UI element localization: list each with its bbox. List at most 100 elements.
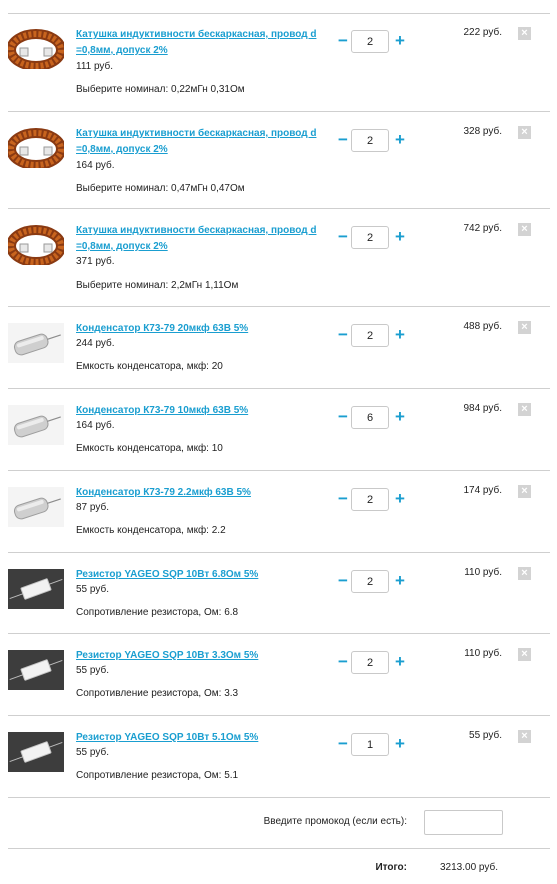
decrease-qty-button[interactable]: − bbox=[335, 570, 351, 594]
quantity-stepper: − + bbox=[335, 733, 410, 757]
product-title-link[interactable]: Катушка индуктивности бескаркасная, пров… bbox=[76, 223, 321, 255]
product-option: Емкость конденсатора, мкф: 10 bbox=[76, 443, 223, 454]
unit-price: 55 руб. bbox=[76, 665, 109, 676]
remove-item-icon[interactable]: × bbox=[518, 321, 531, 334]
decrease-qty-button[interactable]: − bbox=[335, 226, 351, 250]
cart-row: Конденсатор К73-79 2.2мкф 63В 5% 87 руб.… bbox=[8, 471, 550, 553]
line-total: 488 руб. bbox=[463, 321, 502, 332]
quantity-stepper: − + bbox=[335, 651, 410, 675]
product-title-link[interactable]: Катушка индуктивности бескаркасная, пров… bbox=[76, 27, 321, 59]
increase-qty-button[interactable]: + bbox=[392, 324, 408, 348]
promo-code-label: Введите промокод (если есть): bbox=[263, 816, 407, 827]
product-option: Емкость конденсатора, мкф: 20 bbox=[76, 361, 223, 372]
product-option: Выберите номинал: 2,2мГн 1,11Ом bbox=[76, 280, 239, 291]
remove-item-icon[interactable]: × bbox=[518, 223, 531, 236]
increase-qty-button[interactable]: + bbox=[392, 733, 408, 757]
unit-price: 164 руб. bbox=[76, 420, 115, 431]
promo-code-input[interactable] bbox=[424, 810, 503, 835]
cart-row: Конденсатор К73-79 10мкф 63В 5% 164 руб.… bbox=[8, 389, 550, 471]
increase-qty-button[interactable]: + bbox=[392, 226, 408, 250]
quantity-stepper: − + bbox=[335, 226, 410, 250]
inductor-coil-icon[interactable] bbox=[8, 29, 64, 69]
decrease-qty-button[interactable]: − bbox=[335, 129, 351, 153]
capacitor-icon[interactable] bbox=[8, 323, 64, 363]
line-total: 222 руб. bbox=[463, 27, 502, 38]
line-total: 174 руб. bbox=[463, 485, 502, 496]
product-title-link[interactable]: Катушка индуктивности бескаркасная, пров… bbox=[76, 126, 321, 158]
remove-item-icon[interactable]: × bbox=[518, 567, 531, 580]
remove-item-icon[interactable]: × bbox=[518, 126, 531, 139]
inductor-coil-icon[interactable] bbox=[8, 225, 64, 265]
capacitor-icon[interactable] bbox=[8, 405, 64, 445]
decrease-qty-button[interactable]: − bbox=[335, 30, 351, 54]
cart-row: Резистор YAGEO SQP 10Вт 3.3Ом 5% 55 руб.… bbox=[8, 634, 550, 716]
unit-price: 164 руб. bbox=[76, 160, 115, 171]
cart-row: Резистор YAGEO SQP 10Вт 6.8Ом 5% 55 руб.… bbox=[8, 553, 550, 634]
line-total: 110 руб. bbox=[464, 567, 502, 578]
decrease-qty-button[interactable]: − bbox=[335, 488, 351, 512]
product-title-link[interactable]: Конденсатор К73-79 20мкф 63В 5% bbox=[76, 321, 321, 337]
decrease-qty-button[interactable]: − bbox=[335, 324, 351, 348]
quantity-input[interactable] bbox=[351, 733, 389, 756]
quantity-stepper: − + bbox=[335, 129, 410, 153]
product-title-link[interactable]: Резистор YAGEO SQP 10Вт 5.1Ом 5% bbox=[76, 730, 321, 746]
product-option: Сопротивление резистора, Ом: 3.3 bbox=[76, 688, 239, 699]
increase-qty-button[interactable]: + bbox=[392, 570, 408, 594]
quantity-input[interactable] bbox=[351, 488, 389, 511]
product-title-link[interactable]: Резистор YAGEO SQP 10Вт 6.8Ом 5% bbox=[76, 567, 321, 583]
unit-price: 244 руб. bbox=[76, 338, 115, 349]
product-option: Выберите номинал: 0,22мГн 0,31Ом bbox=[76, 84, 245, 95]
decrease-qty-button[interactable]: − bbox=[335, 406, 351, 430]
line-total: 110 руб. bbox=[464, 648, 502, 659]
increase-qty-button[interactable]: + bbox=[392, 30, 408, 54]
product-option: Емкость конденсатора, мкф: 2.2 bbox=[76, 525, 226, 536]
increase-qty-button[interactable]: + bbox=[392, 406, 408, 430]
remove-item-icon[interactable]: × bbox=[518, 403, 531, 416]
quantity-input[interactable] bbox=[351, 129, 389, 152]
remove-item-icon[interactable]: × bbox=[518, 648, 531, 661]
increase-qty-button[interactable]: + bbox=[392, 129, 408, 153]
cart-row: Катушка индуктивности бескаркасная, пров… bbox=[8, 112, 550, 209]
quantity-input[interactable] bbox=[351, 30, 389, 53]
quantity-input[interactable] bbox=[351, 651, 389, 674]
product-option: Сопротивление резистора, Ом: 6.8 bbox=[76, 607, 239, 618]
capacitor-icon[interactable] bbox=[8, 487, 64, 527]
inductor-coil-icon[interactable] bbox=[8, 128, 64, 168]
product-title-link[interactable]: Конденсатор К73-79 2.2мкф 63В 5% bbox=[76, 485, 321, 501]
product-title-link[interactable]: Резистор YAGEO SQP 10Вт 3.3Ом 5% bbox=[76, 648, 321, 664]
cart-row: Катушка индуктивности бескаркасная, пров… bbox=[8, 13, 550, 112]
remove-item-icon[interactable]: × bbox=[518, 27, 531, 40]
product-title-link[interactable]: Конденсатор К73-79 10мкф 63В 5% bbox=[76, 403, 321, 419]
increase-qty-button[interactable]: + bbox=[392, 488, 408, 512]
increase-qty-button[interactable]: + bbox=[392, 651, 408, 675]
unit-price: 111 руб. bbox=[76, 61, 114, 72]
unit-price: 55 руб. bbox=[76, 584, 109, 595]
resistor-icon[interactable] bbox=[8, 569, 64, 609]
quantity-stepper: − + bbox=[335, 488, 410, 512]
product-option: Выберите номинал: 0,47мГн 0,47Ом bbox=[76, 183, 245, 194]
decrease-qty-button[interactable]: − bbox=[335, 651, 351, 675]
quantity-input[interactable] bbox=[351, 570, 389, 593]
resistor-icon[interactable] bbox=[8, 732, 64, 772]
line-total: 984 руб. bbox=[463, 403, 502, 414]
remove-item-icon[interactable]: × bbox=[518, 485, 531, 498]
quantity-stepper: − + bbox=[335, 570, 410, 594]
cart-row: Катушка индуктивности бескаркасная, пров… bbox=[8, 209, 550, 307]
quantity-stepper: − + bbox=[335, 30, 410, 54]
unit-price: 87 руб. bbox=[76, 502, 109, 513]
cart-row: Конденсатор К73-79 20мкф 63В 5% 244 руб.… bbox=[8, 307, 550, 389]
resistor-icon[interactable] bbox=[8, 650, 64, 690]
product-option: Сопротивление резистора, Ом: 5.1 bbox=[76, 770, 239, 781]
unit-price: 55 руб. bbox=[76, 747, 109, 758]
summary-divider bbox=[8, 848, 550, 849]
line-total: 742 руб. bbox=[463, 223, 502, 234]
decrease-qty-button[interactable]: − bbox=[335, 733, 351, 757]
quantity-input[interactable] bbox=[351, 324, 389, 347]
cart-row: Резистор YAGEO SQP 10Вт 5.1Ом 5% 55 руб.… bbox=[8, 716, 550, 798]
line-total: 55 руб. bbox=[469, 730, 502, 741]
quantity-input[interactable] bbox=[351, 226, 389, 249]
quantity-stepper: − + bbox=[335, 324, 410, 348]
line-total: 328 руб. bbox=[463, 126, 502, 137]
quantity-input[interactable] bbox=[351, 406, 389, 429]
remove-item-icon[interactable]: × bbox=[518, 730, 531, 743]
